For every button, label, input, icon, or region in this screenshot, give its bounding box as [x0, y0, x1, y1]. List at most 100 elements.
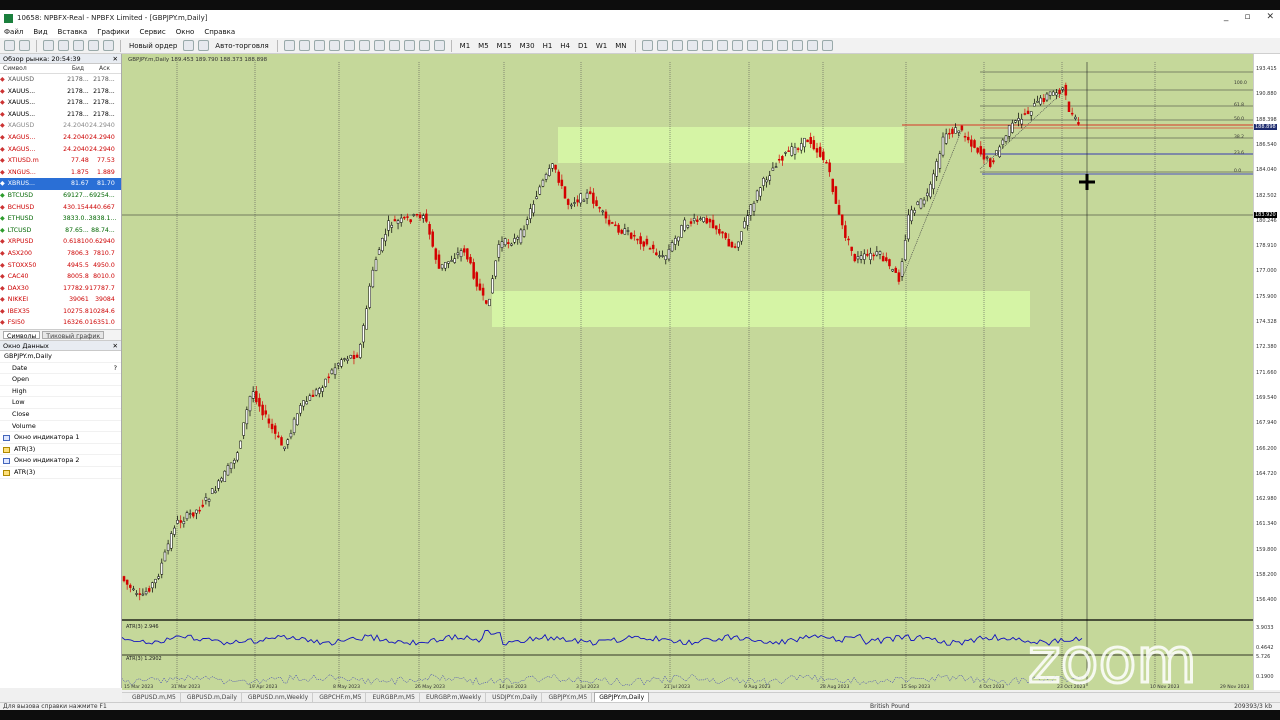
new-chart-icon[interactable]: [4, 40, 15, 51]
col-bid[interactable]: Бид: [58, 64, 84, 73]
minimize-button[interactable]: _: [1224, 12, 1229, 22]
market-watch-row[interactable]: ◆ XAGUSD 24.2040 24.2940: [0, 120, 121, 132]
menu-charts[interactable]: Графики: [97, 28, 129, 36]
new-order-button[interactable]: Новый ордер: [127, 42, 179, 50]
market-watch-bid: 24.2040: [63, 145, 89, 153]
col-ask[interactable]: Аск: [84, 64, 110, 73]
market-watch-row[interactable]: ◆ FSI50 16326.0 16351.0: [0, 317, 121, 329]
arrow-icon[interactable]: [791, 40, 803, 51]
cursor-icon[interactable]: [641, 40, 653, 51]
line-chart-icon[interactable]: [313, 40, 325, 51]
market-watch-close-icon[interactable]: ✕: [113, 54, 118, 64]
col-symbol[interactable]: Символ: [0, 64, 58, 73]
market-watch-row[interactable]: ◆ STOXX50 4945.5 4950.0: [0, 260, 121, 272]
tf-h4[interactable]: H4: [558, 42, 572, 50]
market-watch-row[interactable]: ◆ XBRUS... 81.67 81.70: [0, 178, 121, 190]
market-watch-icon[interactable]: [43, 40, 54, 51]
channel-icon[interactable]: [716, 40, 728, 51]
menu-file[interactable]: Файл: [4, 28, 23, 36]
chart-tab[interactable]: EURGBP.m,Weekly: [422, 693, 487, 702]
close-button[interactable]: ✕: [1266, 12, 1274, 22]
chart-tab[interactable]: GBPUSD.m,M5: [128, 693, 181, 702]
market-watch-row[interactable]: ◆ XAUUS... 2178... 2178...: [0, 86, 121, 98]
market-watch-row[interactable]: ◆ XAUUS... 2178... 2178...: [0, 97, 121, 109]
menu-window[interactable]: Окно: [176, 28, 195, 36]
horizontal-line-icon[interactable]: [686, 40, 698, 51]
tf-d1[interactable]: D1: [576, 42, 590, 50]
tf-w1[interactable]: W1: [594, 42, 609, 50]
tester-icon[interactable]: [103, 40, 114, 51]
candle-body: [674, 238, 677, 245]
profiles-icon[interactable]: [19, 40, 30, 51]
market-watch-row[interactable]: ◆ BCHUSD 430.154 440.667: [0, 202, 121, 214]
market-watch-row[interactable]: ◆ LTCUSD 87.65... 88.74...: [0, 225, 121, 237]
chart-tab[interactable]: EURGBP.m,M5: [368, 693, 420, 702]
candle-body: [840, 214, 844, 226]
chart-tab[interactable]: GBPUSD.nm,Weekly: [244, 693, 314, 702]
menu-view[interactable]: Вид: [33, 28, 47, 36]
data-window-icon[interactable]: [58, 40, 69, 51]
market-watch-row[interactable]: ◆ DAX30 17782.9 17787.7: [0, 283, 121, 295]
metaeditor-icon[interactable]: [183, 40, 195, 51]
market-watch-row[interactable]: ◆ XAGUS... 24.2040 24.2940: [0, 132, 121, 144]
bar-chart-icon[interactable]: [283, 40, 295, 51]
tf-m5[interactable]: M5: [476, 42, 491, 50]
maximize-button[interactable]: ▫: [1244, 12, 1250, 22]
zoom-out-icon[interactable]: [343, 40, 355, 51]
fibonacci-icon[interactable]: [731, 40, 743, 51]
market-watch-row[interactable]: ◆ XAUUS... 2178... 2178...: [0, 109, 121, 121]
navigator-icon[interactable]: [73, 40, 84, 51]
menu-help[interactable]: Справка: [204, 28, 235, 36]
market-watch-row[interactable]: ◆ ASX200 7806.3 7810.7: [0, 248, 121, 260]
market-watch-row[interactable]: ◆ XRPUSD 0.61810 0.62940: [0, 236, 121, 248]
trendline-icon[interactable]: [701, 40, 713, 51]
price-axis[interactable]: 193.415 190.880 188.398 186.540 184.040 182.5…: [1253, 54, 1280, 690]
label-icon[interactable]: [821, 40, 833, 51]
rectangle-icon[interactable]: [776, 40, 788, 51]
autotrade-button[interactable]: Авто-торговля: [213, 42, 270, 50]
tf-m1[interactable]: M1: [458, 42, 473, 50]
menu-insert[interactable]: Вставка: [58, 28, 88, 36]
crosshair-icon[interactable]: [656, 40, 668, 51]
text-icon[interactable]: [806, 40, 818, 51]
periods-icon[interactable]: [418, 40, 430, 51]
tile-icon[interactable]: [358, 40, 370, 51]
ellipse-icon[interactable]: [746, 40, 758, 51]
data-window-close-icon[interactable]: ✕: [113, 341, 118, 351]
tf-m30[interactable]: M30: [518, 42, 537, 50]
market-watch-row[interactable]: ◆ XAUUSD 2178... 2178...: [0, 74, 121, 86]
autoscroll-icon[interactable]: [373, 40, 385, 51]
tab-symbols[interactable]: Символы: [3, 331, 41, 340]
vertical-line-icon[interactable]: [671, 40, 683, 51]
chart-tab[interactable]: USDJPY.m,Daily: [488, 693, 543, 702]
candle-chart-icon[interactable]: [298, 40, 310, 51]
tf-h1[interactable]: H1: [541, 42, 555, 50]
tf-m15[interactable]: M15: [495, 42, 514, 50]
tf-mn[interactable]: MN: [613, 42, 628, 50]
triangle-icon[interactable]: [761, 40, 773, 51]
chart-shift-icon[interactable]: [388, 40, 400, 51]
chart-tab[interactable]: GBPCHF.m,M5: [315, 693, 367, 702]
market-watch-row[interactable]: ◆ ETHUSD 3833.0... 3838.1...: [0, 213, 121, 225]
chart-tab[interactable]: GBPJPY.m,M5: [544, 693, 593, 702]
chart-area[interactable]: GBPJPY.m,Daily 189.453 189.790 188.373 1…: [122, 54, 1253, 690]
candle-body: [938, 153, 942, 169]
market-watch-row[interactable]: ◆ NIKKEI 39061 39084: [0, 294, 121, 306]
tab-tick-chart[interactable]: Тиковый график: [42, 331, 105, 340]
market-watch-row[interactable]: ◆ XAGUS... 24.2040 24.2940: [0, 144, 121, 156]
market-watch-row[interactable]: ◆ BTCUSD 69127... 69254...: [0, 190, 121, 202]
market-watch-row[interactable]: ◆ IBEX35 10275.8 10284.6: [0, 306, 121, 318]
market-watch-row[interactable]: ◆ XTIUSD.m 77.48 77.53: [0, 155, 121, 167]
chart-tab[interactable]: GBPUSD.m,Daily: [183, 693, 242, 702]
crosshair-price-label: 183.920: [1254, 212, 1277, 218]
zoom-in-icon[interactable]: [328, 40, 340, 51]
market-watch-row[interactable]: ◆ XNGUS... 1.875 1.889: [0, 167, 121, 179]
menu-tools[interactable]: Сервис: [140, 28, 166, 36]
terminal-icon[interactable]: [88, 40, 99, 51]
candle-body: [393, 219, 397, 222]
price-chart[interactable]: GBPJPY.m,Daily 189.453 189.790 188.373 1…: [122, 54, 1253, 690]
market-watch-row[interactable]: ◆ CAC40 8005.8 8010.0: [0, 271, 121, 283]
templates-icon[interactable]: [433, 40, 445, 51]
signals-icon[interactable]: [198, 40, 210, 51]
indicators-icon[interactable]: [403, 40, 415, 51]
